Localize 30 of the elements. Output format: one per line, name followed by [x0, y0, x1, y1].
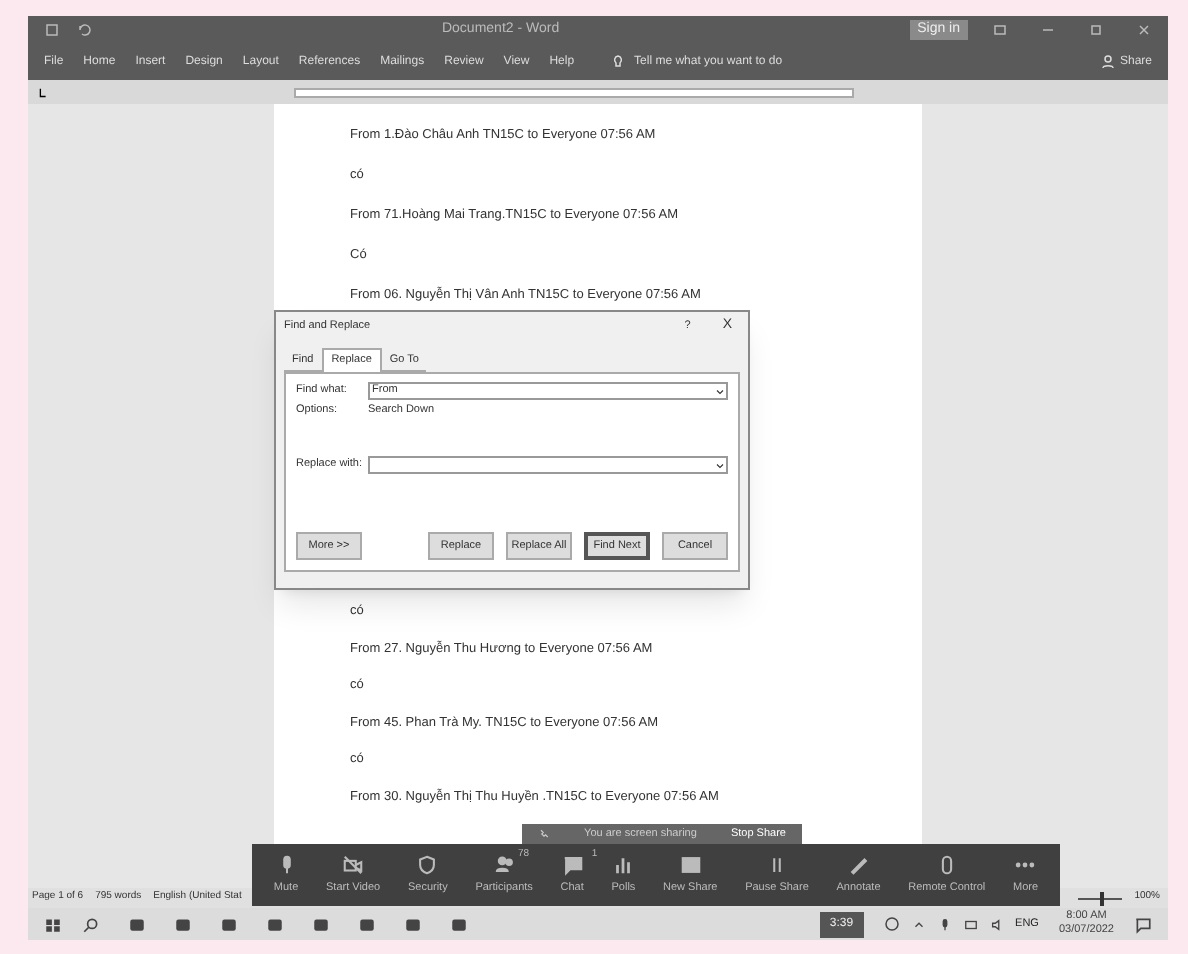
app-icon	[266, 915, 284, 933]
slider-thumb[interactable]	[1100, 891, 1105, 905]
windows-icon	[44, 915, 62, 933]
people-icon	[493, 853, 516, 876]
polls-icon	[612, 853, 635, 876]
app-icon	[450, 915, 468, 933]
app-icon	[312, 915, 330, 933]
share-icon	[679, 853, 702, 876]
video-icon	[342, 853, 365, 876]
shield-icon	[416, 853, 439, 876]
chat-icon	[561, 853, 584, 876]
app-icon	[174, 915, 192, 933]
app-icon	[220, 915, 238, 933]
pen-icon	[847, 853, 870, 876]
maximize-icon	[1088, 22, 1104, 38]
close-icon	[1136, 22, 1152, 38]
app-icon	[404, 915, 422, 933]
app-icon	[128, 915, 146, 933]
undo-icon	[76, 22, 92, 38]
notification-icon	[1134, 915, 1152, 933]
tab-selector-icon	[36, 85, 50, 99]
dropdown-icon	[714, 459, 726, 471]
person-icon	[1099, 54, 1116, 70]
chevron-up-icon	[911, 917, 926, 931]
dropdown-icon	[714, 385, 726, 397]
lightbulb-icon	[610, 54, 627, 70]
replace-with-field[interactable]	[368, 456, 728, 474]
search-icon	[82, 915, 100, 933]
speaker-icon	[989, 917, 1004, 931]
app-icon	[358, 915, 376, 933]
